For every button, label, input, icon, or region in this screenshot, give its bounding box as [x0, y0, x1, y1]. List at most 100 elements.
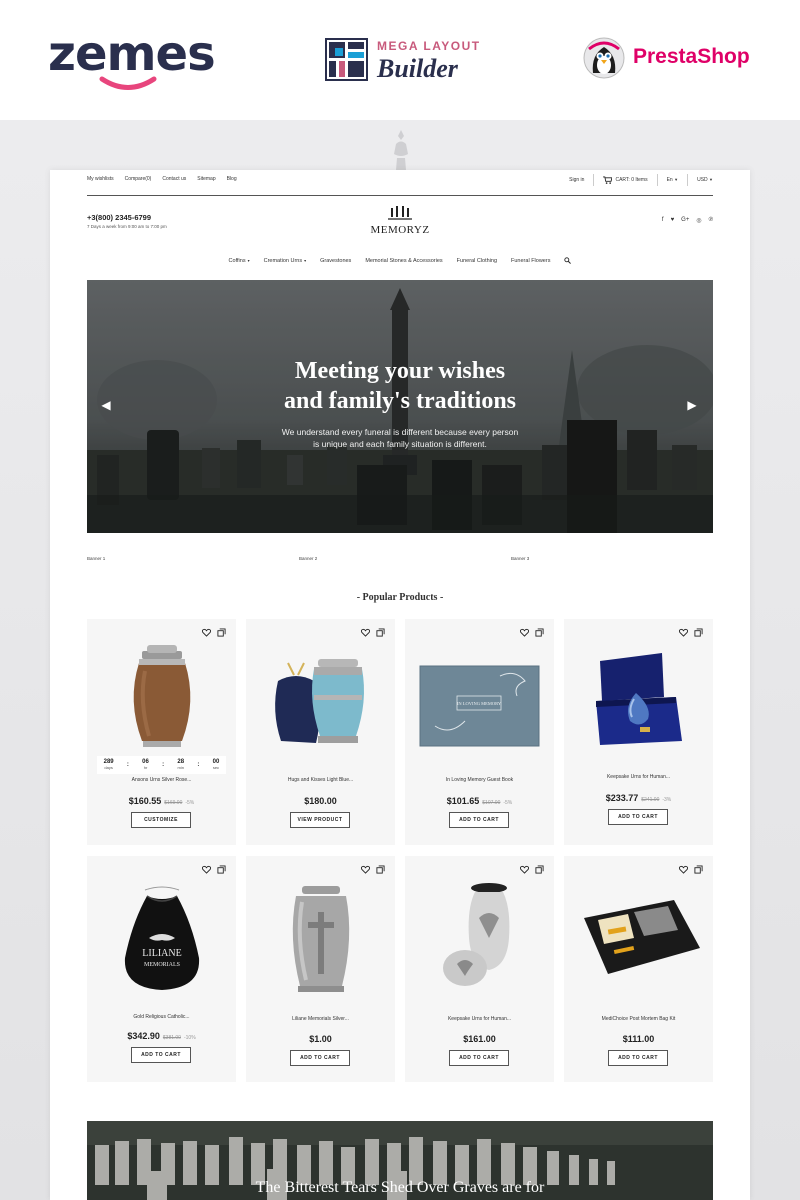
compare-link[interactable]: Compare(0)	[125, 176, 152, 182]
heart-icon[interactable]	[361, 628, 370, 637]
cart-button[interactable]: CART: 0 Items	[603, 176, 648, 184]
countdown-separator: :	[197, 762, 200, 768]
search-icon[interactable]	[564, 257, 572, 264]
card-actions	[202, 628, 226, 637]
banner-3[interactable]: Banner 3	[511, 556, 529, 561]
product-card[interactable]: 289 days : 06 hr : 28 min : 00 sec Ansons Ur…	[87, 619, 236, 845]
product-name[interactable]: Hugs and Kisses Light Blue...	[246, 777, 395, 783]
compare-icon[interactable]	[217, 628, 226, 637]
heart-icon[interactable]	[202, 628, 211, 637]
currency-value: USD	[697, 177, 708, 183]
product-card[interactable]: Keepsake Urns for Human... $233.77 $241.0…	[564, 619, 713, 845]
product-discount: -5%	[185, 800, 195, 806]
product-card[interactable]: MediChoice Post Mortem Bag Kit $111.00 A…	[564, 856, 713, 1082]
product-card[interactable]: Keepsake Urns for Human... $161.00 ADD T…	[405, 856, 554, 1082]
product-name[interactable]: Keepsake Urns for Human...	[405, 1016, 554, 1022]
zemes-logo[interactable]: zemes	[48, 24, 216, 94]
countdown-separator: :	[126, 762, 129, 768]
heart-icon[interactable]	[202, 865, 211, 874]
nav-item-funeral-flowers[interactable]: Funeral Flowers	[511, 257, 550, 264]
product-name[interactable]: Gold Religious Catholic...	[87, 1014, 236, 1020]
twitter-icon[interactable]: ♥	[671, 217, 675, 224]
chevron-down-icon: ▼	[709, 177, 713, 182]
product-name[interactable]: Keepsake Urns for Human...	[564, 774, 713, 780]
hero-title: Meeting your wishes and family's traditi…	[283, 358, 517, 414]
add-to-cart-button[interactable]: ADD TO CART	[290, 1050, 350, 1066]
slider-prev-icon[interactable]: ◀	[99, 398, 113, 412]
heart-icon[interactable]	[679, 628, 688, 637]
compare-icon[interactable]	[694, 865, 703, 874]
prestashop-logo[interactable]: PrestaShop	[583, 37, 763, 83]
grid-logo-icon	[325, 38, 368, 81]
product-card[interactable]: IN LOVING MEMORY In Loving Memory Guest …	[405, 619, 554, 845]
nav-item-funeral-clothing[interactable]: Funeral Clothing	[457, 257, 497, 264]
velvet-bag-image: LILIANE MEMORIALS	[124, 886, 200, 990]
google-plus-icon[interactable]: G+	[681, 217, 689, 224]
product-price-row: $111.00	[564, 1034, 713, 1044]
product-old-price: $241.00	[641, 797, 660, 803]
product-price: $111.00	[622, 1034, 655, 1044]
add-to-cart-button[interactable]: ADD TO CART	[608, 809, 668, 825]
add-to-cart-button[interactable]: ADD TO CART	[449, 812, 509, 828]
mega-layout-builder-logo[interactable]: MEGA LAYOUT Builder	[325, 38, 485, 88]
mlb-top-text: MEGA LAYOUT	[377, 39, 481, 53]
customize-button[interactable]: CUSTOMIZE	[131, 812, 191, 828]
blog-link[interactable]: Blog	[227, 176, 237, 182]
language-select[interactable]: En ▼	[667, 177, 678, 183]
product-price: $101.65	[446, 796, 480, 806]
candles-logo-icon	[388, 206, 412, 220]
divider	[656, 174, 658, 186]
section-title: - Popular Products -	[50, 592, 750, 603]
compare-icon[interactable]	[694, 628, 703, 637]
product-discount: -5%	[503, 800, 513, 806]
compare-icon[interactable]	[217, 865, 226, 874]
add-to-cart-button[interactable]: ADD TO CART	[449, 1050, 509, 1066]
view-product-button[interactable]: VIEW PRODUCT	[290, 812, 350, 828]
nav-item-gravestones[interactable]: Gravestones	[320, 257, 351, 264]
silver-cross-urn-image	[292, 886, 350, 992]
heart-icon[interactable]	[520, 865, 529, 874]
site-logo[interactable]: MEMORYZ	[360, 205, 440, 245]
compare-icon[interactable]	[535, 865, 544, 874]
site-preview: My wishlists Compare(0) Contact us Sitem…	[50, 170, 750, 1200]
compare-icon[interactable]	[376, 865, 385, 874]
language-value: En	[666, 177, 673, 183]
contact-us-link[interactable]: Contact us	[162, 176, 186, 182]
heart-icon[interactable]	[679, 865, 688, 874]
banner-2[interactable]: Banner 2	[299, 556, 317, 561]
countdown-label: min	[177, 765, 184, 770]
card-actions	[679, 865, 703, 874]
sign-in-link[interactable]: Sign in	[569, 177, 584, 183]
product-name[interactable]: In Loving Memory Guest Book	[405, 777, 554, 783]
heart-icon[interactable]	[361, 865, 370, 874]
product-name[interactable]: Ansons Urns Silver Rose...	[87, 777, 236, 783]
product-price-row: $233.77 $241.00 -3%	[564, 793, 713, 803]
product-price: $160.55	[128, 796, 162, 806]
product-name[interactable]: MediChoice Post Mortem Bag Kit	[564, 1016, 713, 1022]
add-to-cart-button[interactable]: ADD TO CART	[131, 1047, 191, 1063]
instagram-icon[interactable]: ◎	[696, 217, 701, 224]
pinterest-icon[interactable]: ℗	[709, 217, 713, 224]
phone-number[interactable]: +3(800) 2345-6799	[87, 213, 151, 222]
add-to-cart-button[interactable]: ADD TO CART	[608, 1050, 668, 1066]
heart-icon[interactable]	[520, 628, 529, 637]
product-card[interactable]: LILIANE MEMORIALS Gold Religious Catholi…	[87, 856, 236, 1082]
product-card[interactable]: Liliane Memorials Silver... $1.00 ADD TO…	[246, 856, 395, 1082]
nav-item-cremation-urns[interactable]: Cremation Urns ▾	[264, 257, 307, 264]
hero-slider[interactable]: Meeting your wishes and family's traditi…	[87, 280, 713, 533]
product-name[interactable]: Liliane Memorials Silver...	[246, 1016, 395, 1022]
slider-next-icon[interactable]: ▶	[685, 398, 699, 412]
card-actions	[679, 628, 703, 637]
compare-icon[interactable]	[535, 628, 544, 637]
nav-item-coffins[interactable]: Coffins ▾	[229, 257, 250, 264]
facebook-icon[interactable]: f	[662, 217, 664, 224]
banner-1[interactable]: Banner 1	[87, 556, 105, 561]
nav-item-memorial-stones[interactable]: Memorial Stones & Accessories	[365, 257, 442, 264]
product-card[interactable]: Hugs and Kisses Light Blue... $180.00 VI…	[246, 619, 395, 845]
my-wishlists-link[interactable]: My wishlists	[87, 176, 114, 182]
currency-select[interactable]: USD ▼	[697, 177, 713, 183]
nav-item-label: Funeral Clothing	[456, 257, 498, 264]
sitemap-link[interactable]: Sitemap	[197, 176, 215, 182]
main-nav: Coffins ▾ Cremation Urns ▾ Gravestones Mem…	[50, 257, 750, 264]
compare-icon[interactable]	[376, 628, 385, 637]
